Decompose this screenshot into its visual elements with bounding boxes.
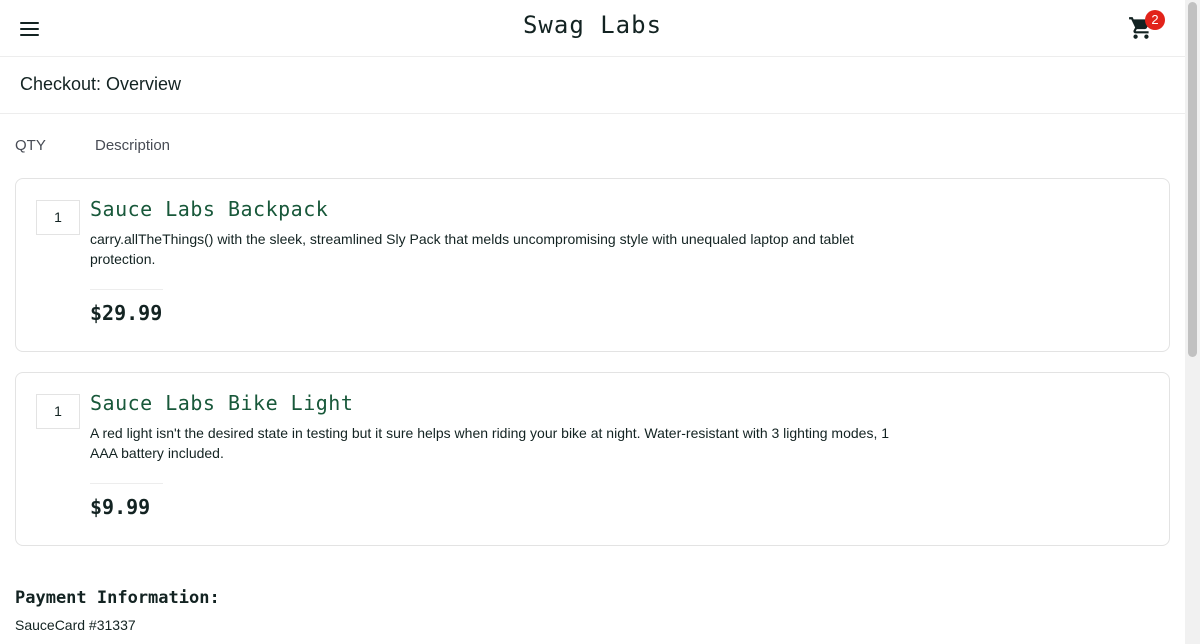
cart-item: 1 Sauce Labs Backpack carry.allTheThings… — [15, 178, 1170, 352]
page-title: Checkout: Overview — [20, 74, 182, 94]
item-price: $29.99 — [90, 301, 163, 325]
scrollbar-thumb[interactable] — [1188, 2, 1197, 357]
item-price: $9.99 — [90, 495, 151, 519]
primary-header: Swag Labs 2 — [0, 0, 1185, 57]
payment-info-label: Payment Information: — [15, 588, 220, 608]
payment-info-value: SauceCard #31337 — [15, 617, 136, 633]
app-logo: Swag Labs — [522, 11, 663, 39]
item-quantity: 1 — [36, 200, 80, 235]
item-description: A red light isn't the desired state in t… — [90, 425, 890, 461]
price-divider — [90, 289, 163, 290]
cart-count-badge: 2 — [1145, 10, 1165, 30]
qty-column-label: QTY — [15, 137, 46, 154]
cart-item: 1 Sauce Labs Bike Light A red light isn'… — [15, 372, 1170, 546]
item-quantity: 1 — [36, 394, 80, 429]
item-name-link[interactable]: Sauce Labs Bike Light — [90, 391, 353, 415]
item-description: carry.allTheThings() with the sleek, str… — [90, 231, 854, 267]
checkout-overview-page: Swag Labs 2 Checkout: Overview QTY Descr… — [0, 0, 1185, 644]
shopping-cart-link[interactable]: 2 — [1128, 10, 1166, 43]
price-divider — [90, 483, 163, 484]
description-column-label: Description — [95, 137, 171, 154]
secondary-header: Checkout: Overview — [0, 57, 1185, 114]
item-name-link[interactable]: Sauce Labs Backpack — [90, 197, 328, 221]
